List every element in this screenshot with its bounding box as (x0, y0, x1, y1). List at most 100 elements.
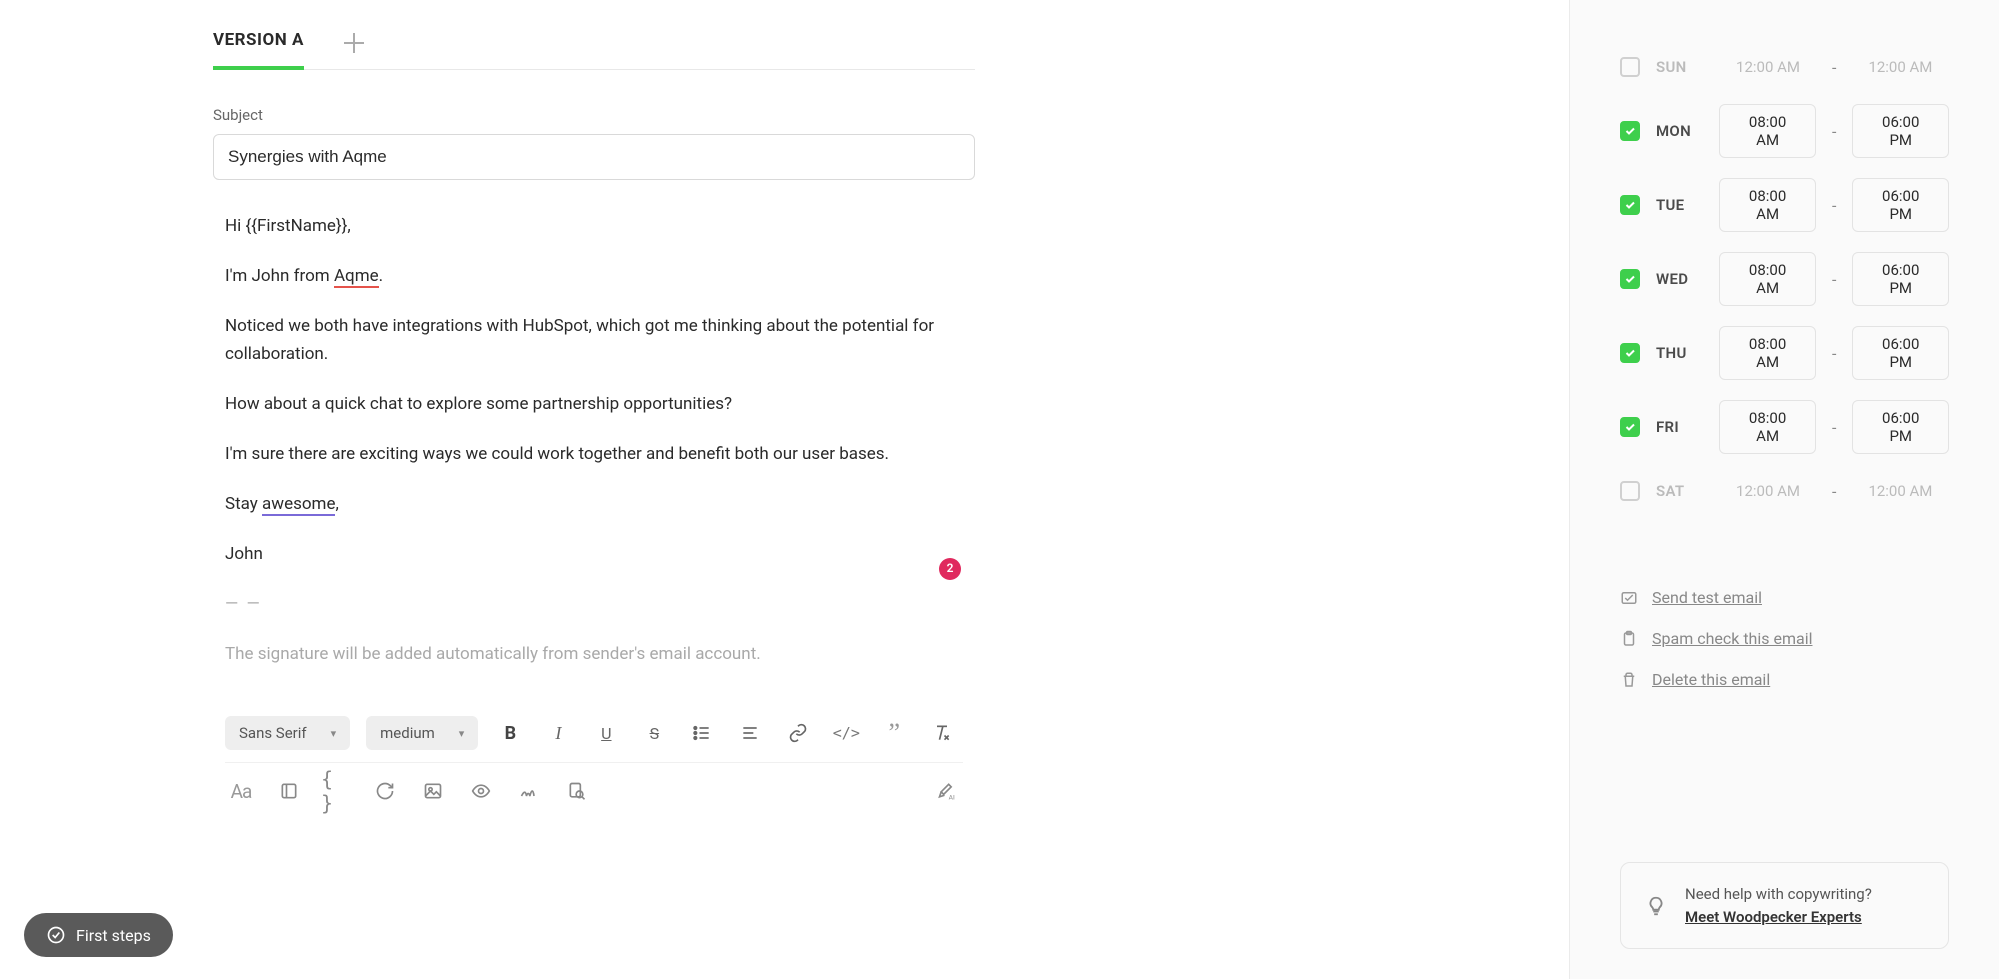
bold-button[interactable]: B (494, 717, 526, 749)
spell-error-aqme: Aqme (334, 266, 379, 288)
day-checkbox[interactable] (1620, 57, 1640, 77)
day-checkbox[interactable] (1620, 343, 1640, 363)
time-from[interactable]: 08:00 AM (1719, 252, 1816, 306)
time-to[interactable]: 06:00 PM (1852, 252, 1949, 306)
body-paragraph-4: How about a quick chat to explore some p… (225, 390, 963, 418)
email-body-editor[interactable]: Hi {{FirstName}}, I'm John from Aqme. No… (213, 212, 975, 668)
body-greeting-prefix: Hi (225, 216, 245, 236)
tab-version-a[interactable]: VERSION A (213, 30, 304, 70)
signature-button[interactable] (513, 775, 545, 807)
underline-button[interactable]: U (590, 717, 622, 749)
help-link[interactable]: Meet Woodpecker Experts (1685, 908, 1862, 926)
time-to[interactable]: 06:00 PM (1852, 400, 1949, 454)
spam-check-link[interactable]: Spam check this email (1620, 629, 1949, 648)
day-checkbox[interactable] (1620, 269, 1640, 289)
day-checkbox[interactable] (1620, 481, 1640, 501)
subject-label: Subject (213, 106, 975, 124)
body-greeting-suffix: , (347, 216, 350, 236)
time-from[interactable]: 08:00 AM (1719, 400, 1816, 454)
day-label: WED (1656, 270, 1703, 288)
preview-button[interactable] (465, 775, 497, 807)
font-size-select[interactable]: medium ▾ (366, 716, 478, 750)
quote-button[interactable]: ” (878, 717, 910, 749)
body-intro-prefix: I'm John from (225, 266, 334, 286)
send-test-email-link[interactable]: Send test email (1620, 588, 1949, 607)
code-button[interactable]: </> (830, 717, 862, 749)
time-to[interactable]: 06:00 PM (1852, 178, 1949, 232)
editor-toolbar: Sans Serif ▾ medium ▾ B I U S (213, 704, 975, 819)
time-to[interactable]: 06:00 PM (1852, 104, 1949, 158)
time-from[interactable]: 08:00 AM (1719, 326, 1816, 380)
help-title: Need help with copywriting? (1685, 883, 1872, 906)
token-firstname: {{FirstName}} (245, 216, 347, 236)
day-checkbox[interactable] (1620, 121, 1640, 141)
time-dash: - (1832, 418, 1836, 437)
day-checkbox[interactable] (1620, 417, 1640, 437)
body-signoff: John (225, 540, 963, 568)
check-circle-icon (46, 925, 66, 945)
refresh-button[interactable] (369, 775, 401, 807)
time-dash: - (1832, 58, 1836, 77)
schedule-row-sun: SUN12:00 AM-12:00 AM (1620, 50, 1949, 84)
day-label: TUE (1656, 196, 1703, 214)
body-paragraph-3: Noticed we both have integrations with H… (225, 312, 963, 368)
signature-divider: — — (225, 590, 963, 618)
time-dash: - (1832, 344, 1836, 363)
snippet-button[interactable]: { } (321, 775, 353, 807)
send-test-label: Send test email (1652, 588, 1762, 607)
spam-check-label: Spam check this email (1652, 629, 1812, 648)
bullet-list-button[interactable] (686, 717, 718, 749)
time-from[interactable]: 08:00 AM (1719, 178, 1816, 232)
search-template-button[interactable] (561, 775, 593, 807)
time-to[interactable]: 06:00 PM (1852, 326, 1949, 380)
clear-format-button[interactable] (926, 717, 958, 749)
day-label: FRI (1656, 418, 1703, 436)
time-dash: - (1832, 122, 1836, 141)
mail-check-icon (1620, 589, 1638, 607)
body-paragraph-5: I'm sure there are exciting ways we coul… (225, 440, 963, 468)
issue-count-badge[interactable]: 2 (939, 558, 961, 580)
day-label: SAT (1656, 482, 1704, 500)
day-label: THU (1656, 344, 1703, 362)
signature-note: The signature will be added automaticall… (225, 640, 963, 668)
schedule-row-wed: WED08:00 AM-06:00 PM (1620, 252, 1949, 306)
lightbulb-icon (1645, 895, 1667, 917)
trash-icon (1620, 671, 1638, 689)
image-button[interactable] (417, 775, 449, 807)
day-label: MON (1656, 122, 1703, 140)
body-closing-prefix: Stay (225, 494, 262, 514)
schedule-panel: SUN12:00 AM-12:00 AMMON08:00 AM-06:00 PM… (1620, 50, 1949, 528)
day-label: SUN (1656, 58, 1704, 76)
template-button[interactable] (273, 775, 305, 807)
schedule-row-thu: THU 08:00 AM-06:00 PM (1620, 326, 1949, 380)
delete-label: Delete this email (1652, 670, 1770, 689)
link-button[interactable] (782, 717, 814, 749)
version-tabs: VERSION A (213, 30, 975, 70)
text-style-button[interactable]: Aa (225, 775, 257, 807)
time-dash: - (1832, 196, 1836, 215)
font-family-value: Sans Serif (239, 724, 307, 742)
subject-input[interactable] (213, 134, 975, 180)
body-intro-suffix: . (379, 266, 383, 286)
align-button[interactable] (734, 717, 766, 749)
font-family-select[interactable]: Sans Serif ▾ (225, 716, 350, 750)
time-to: 12:00 AM (1852, 50, 1948, 84)
chevron-down-icon: ▾ (459, 727, 465, 740)
add-version-button[interactable] (344, 33, 364, 53)
italic-button[interactable]: I (542, 717, 574, 749)
schedule-row-tue: TUE 08:00 AM-06:00 PM (1620, 178, 1949, 232)
grammar-hint-awesome: awesome (262, 494, 335, 516)
time-to: 12:00 AM (1852, 474, 1948, 508)
ai-assist-button[interactable]: AI (931, 775, 963, 807)
day-checkbox[interactable] (1620, 195, 1640, 215)
delete-email-link[interactable]: Delete this email (1620, 670, 1949, 689)
schedule-row-fri: FRI 08:00 AM-06:00 PM (1620, 400, 1949, 454)
svg-text:AI: AI (949, 794, 955, 802)
strikethrough-button[interactable]: S (638, 717, 670, 749)
time-from: 12:00 AM (1720, 474, 1816, 508)
clipboard-icon (1620, 630, 1638, 648)
font-size-value: medium (380, 724, 435, 742)
schedule-row-mon: MON 08:00 AM-06:00 PM (1620, 104, 1949, 158)
time-from[interactable]: 08:00 AM (1719, 104, 1816, 158)
first-steps-button[interactable]: First steps (24, 913, 173, 957)
